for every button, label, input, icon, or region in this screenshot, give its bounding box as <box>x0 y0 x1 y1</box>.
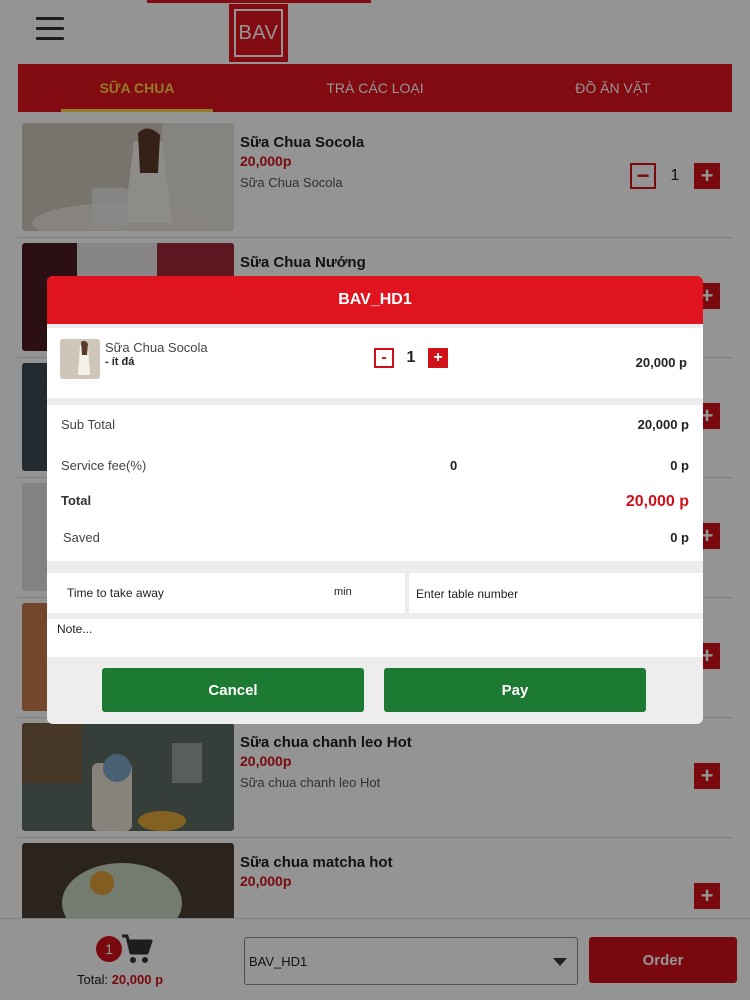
cancel-button[interactable]: Cancel <box>102 668 364 712</box>
take-away-time-input[interactable]: Time to take away min <box>47 573 405 613</box>
saved-label: Saved <box>63 530 100 545</box>
order-summary: Sub Total 20,000 p Service fee(%) 0 0 p … <box>47 405 703 561</box>
line-item-quantity: 1 <box>406 349 416 366</box>
service-fee-label: Service fee(%) <box>61 458 147 473</box>
subtotal-value: 20,000 p <box>637 417 689 432</box>
note-placeholder: Note... <box>57 622 93 636</box>
note-input[interactable]: Note... <box>47 619 703 657</box>
table-number-input[interactable]: Enter table number <box>409 573 703 613</box>
service-fee-value: 0 p <box>670 458 689 473</box>
decrease-quantity-button[interactable]: - <box>374 348 394 368</box>
total-label: Total <box>61 493 92 508</box>
line-item-note: - ít đá <box>105 356 135 368</box>
pay-button[interactable]: Pay <box>384 668 646 712</box>
order-inputs-row: Time to take away min Enter table number <box>47 573 703 613</box>
line-item-thumbnail <box>60 339 100 379</box>
take-away-time-placeholder: Time to take away <box>67 586 164 600</box>
saved-value: 0 p <box>670 530 689 545</box>
total-value: 20,000 p <box>625 493 689 510</box>
line-item-quantity-stepper: - 1 + <box>374 348 448 368</box>
modal-title: BAV_HD1 <box>47 276 703 324</box>
order-modal: BAV_HD1 Sữa Chua Socola - ít đá - 1 + 20… <box>47 276 703 724</box>
line-item-name: Sữa Chua Socola <box>105 340 208 355</box>
increase-quantity-button[interactable]: + <box>428 348 448 368</box>
service-fee-percent[interactable]: 0 <box>450 458 457 473</box>
take-away-time-unit: min <box>334 586 352 598</box>
subtotal-label: Sub Total <box>61 417 115 432</box>
table-number-placeholder: Enter table number <box>416 587 519 601</box>
order-line-item: Sữa Chua Socola - ít đá - 1 + 20,000 p <box>47 328 703 398</box>
line-item-price: 20,000 p <box>635 355 687 370</box>
